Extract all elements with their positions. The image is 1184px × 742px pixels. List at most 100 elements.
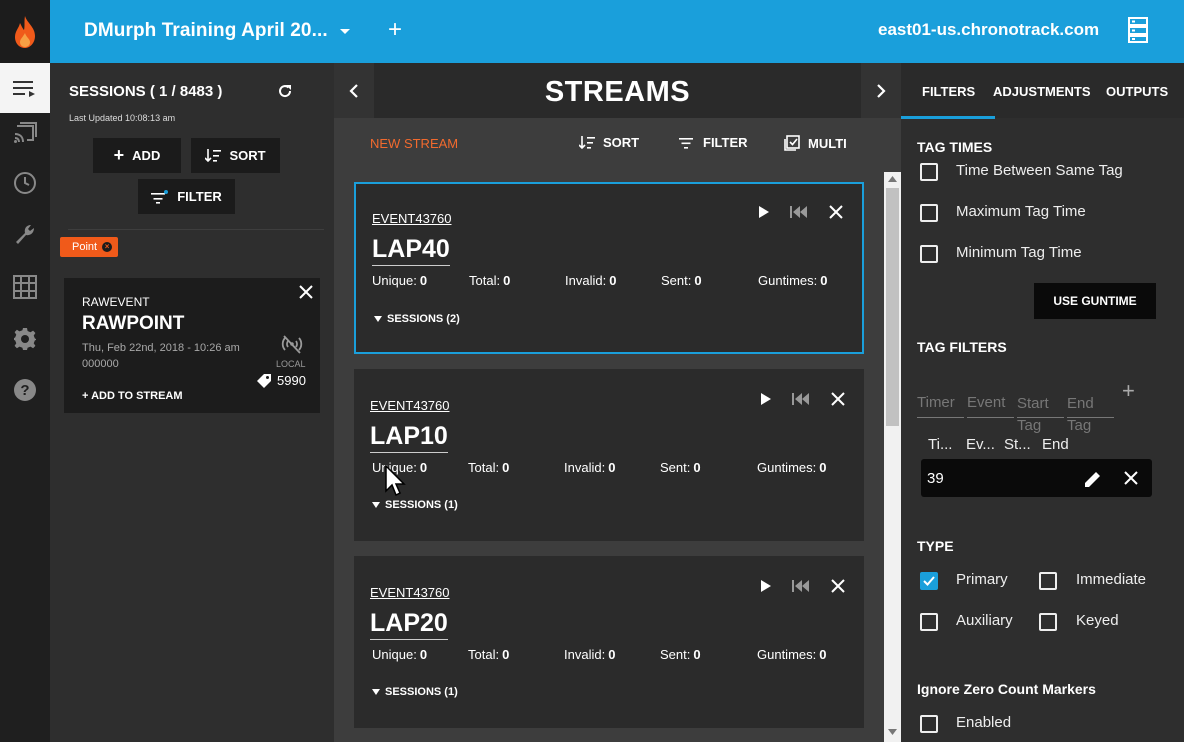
filter-label: FILTER: [703, 135, 748, 150]
sessions-title: SESSIONS ( 1 / 8483 ): [69, 83, 223, 100]
sessions-toggle[interactable]: SESSIONS (1): [372, 686, 458, 698]
primary-checkbox[interactable]: [920, 572, 938, 590]
maximum-tag-time-checkbox[interactable]: [920, 204, 938, 222]
auxiliary-label: Auxiliary: [956, 612, 1013, 629]
stream-card[interactable]: EVENT43760 LAP10 Unique: 0 Total: 0 Invali…: [354, 369, 864, 541]
primary-label: Primary: [956, 571, 1008, 588]
maximum-tag-time-label: Maximum Tag Time: [956, 203, 1086, 220]
active-tab-indicator: [901, 116, 995, 119]
nav-clock[interactable]: [0, 158, 50, 208]
refresh-icon[interactable]: [277, 83, 293, 99]
help-icon: ?: [14, 379, 36, 401]
chip-remove-icon[interactable]: ×: [102, 242, 113, 252]
tag-filter-row[interactable]: 39: [921, 459, 1152, 497]
nav-settings[interactable]: [0, 314, 50, 364]
left-nav: ?: [0, 63, 50, 742]
filter-sessions-button[interactable]: FILTER: [138, 179, 235, 214]
stream-name[interactable]: LAP10: [370, 422, 448, 453]
immediate-checkbox[interactable]: [1039, 572, 1057, 590]
stream-event[interactable]: EVENT43760: [372, 211, 452, 226]
scroll-down-icon[interactable]: [888, 729, 897, 735]
filter-label: FILTER: [177, 189, 222, 204]
server-icon[interactable]: [1128, 17, 1148, 43]
sessions-toggle[interactable]: SESSIONS (1): [372, 499, 458, 511]
ignore-zero-enabled-checkbox[interactable]: [920, 715, 938, 733]
timer-input[interactable]: Timer: [917, 390, 964, 418]
stream-name[interactable]: LAP40: [372, 235, 450, 266]
session-name: RAWPOINT: [82, 313, 185, 334]
col-event: Ev...: [966, 436, 995, 453]
session-date: Thu, Feb 22nd, 2018 - 10:26 am: [82, 342, 240, 354]
use-guntime-button[interactable]: USE GUNTIME: [1034, 283, 1156, 319]
nav-streams[interactable]: [0, 63, 50, 113]
nav-grid[interactable]: [0, 262, 50, 312]
keyed-checkbox[interactable]: [1039, 613, 1057, 631]
stream-event[interactable]: EVENT43760: [370, 585, 450, 600]
sessions-toggle[interactable]: SESSIONS (2): [374, 313, 460, 325]
stat-sent: Sent: 0: [661, 273, 702, 288]
edit-icon[interactable]: [1084, 470, 1102, 488]
scroll-thumb[interactable]: [886, 188, 899, 426]
nav-tools[interactable]: [0, 210, 50, 260]
rewind-icon[interactable]: [792, 392, 810, 406]
nav-help[interactable]: ?: [0, 365, 50, 415]
close-icon[interactable]: [828, 204, 844, 220]
new-stream-button[interactable]: NEW STREAM: [370, 136, 458, 151]
server-name: east01-us.chronotrack.com: [878, 20, 1100, 39]
ignore-zero-count-title: Ignore Zero Count Markers: [917, 681, 1096, 697]
tab-adjustments[interactable]: ADJUSTMENTS: [993, 84, 1091, 99]
stat-unique: Unique: 0: [372, 647, 428, 662]
app-logo[interactable]: [0, 0, 50, 63]
nav-cast[interactable]: [0, 108, 50, 158]
streams-scrollbar[interactable]: [884, 172, 901, 742]
close-icon[interactable]: [830, 578, 846, 594]
play-icon[interactable]: [760, 579, 772, 593]
tab-filters[interactable]: FILTERS: [922, 84, 975, 99]
add-session-button[interactable]: + ADD: [93, 138, 181, 173]
sort-icon: [579, 135, 595, 149]
session-card[interactable]: RAWEVENT RAWPOINT Thu, Feb 22nd, 2018 - …: [64, 278, 320, 413]
filter-icon: [151, 189, 169, 204]
sort-streams-button[interactable]: SORT: [579, 135, 639, 150]
stream-card[interactable]: EVENT43760 LAP20 Unique: 0 Total: 0 Invali…: [354, 556, 864, 728]
close-icon[interactable]: [830, 391, 846, 407]
minimum-tag-time-checkbox[interactable]: [920, 245, 938, 263]
end-tag-input[interactable]: End Tag: [1067, 390, 1114, 434]
event-dropdown-icon[interactable]: [340, 29, 350, 34]
time-between-same-tag-checkbox[interactable]: [920, 163, 938, 181]
close-icon[interactable]: [298, 284, 314, 300]
stat-sent: Sent: 0: [660, 647, 701, 662]
collapse-right-button[interactable]: [861, 63, 901, 118]
stream-name[interactable]: LAP20: [370, 609, 448, 640]
play-icon[interactable]: [758, 205, 770, 219]
event-input[interactable]: Event: [967, 390, 1014, 418]
auxiliary-checkbox[interactable]: [920, 613, 938, 631]
caret-down-icon: [372, 502, 380, 508]
multi-select-button[interactable]: MULTI: [784, 135, 847, 151]
add-tag-filter-icon[interactable]: +: [1122, 378, 1135, 404]
filter-streams-button[interactable]: FILTER: [679, 135, 748, 150]
stream-event[interactable]: EVENT43760: [370, 398, 450, 413]
event-title[interactable]: DMurph Training April 20...: [84, 20, 328, 42]
add-event-plus-icon[interactable]: +: [388, 18, 402, 42]
sessions-count: SESSIONS (2): [387, 313, 460, 325]
rewind-icon[interactable]: [790, 205, 808, 219]
play-icon[interactable]: [760, 392, 772, 406]
start-tag-input[interactable]: Start Tag: [1017, 390, 1064, 434]
rewind-icon[interactable]: [792, 579, 810, 593]
local-label: LOCAL: [276, 359, 306, 369]
gear-icon: [14, 328, 36, 350]
col-end-tag: End: [1042, 436, 1069, 453]
cast-icon: [14, 122, 37, 143]
tab-outputs[interactable]: OUTPUTS: [1106, 84, 1168, 99]
scroll-up-icon[interactable]: [888, 176, 897, 182]
add-to-stream-button[interactable]: + ADD TO STREAM: [82, 390, 183, 402]
point-filter-chip[interactable]: Point ×: [60, 237, 118, 257]
delete-icon[interactable]: [1124, 471, 1138, 485]
type-title: TYPE: [917, 538, 954, 554]
sort-sessions-button[interactable]: SORT: [191, 138, 280, 173]
stat-total: Total: 0: [469, 273, 511, 288]
stream-card[interactable]: EVENT43760 LAP40 Unique: 0 Total: 0 Invali…: [354, 182, 864, 354]
tag-filter-value: 39: [927, 470, 944, 487]
wrench-icon: [16, 225, 34, 244]
